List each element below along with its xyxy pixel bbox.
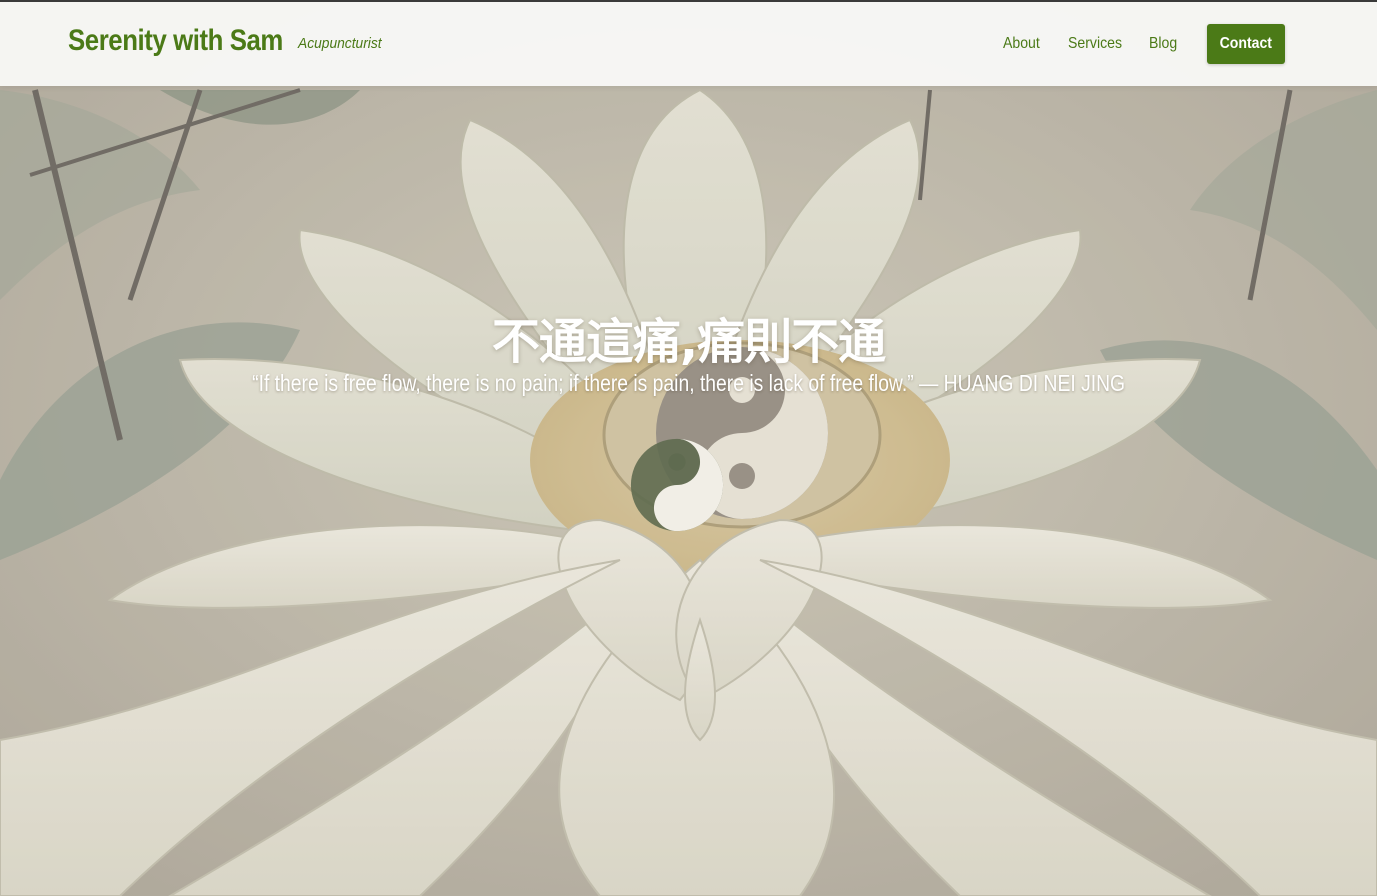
top-border (0, 0, 1377, 2)
hero-title: 不通這痛,痛則不通 (491, 314, 886, 370)
nav-link-blog[interactable]: Blog (1149, 35, 1177, 53)
site-header: Serenity with Sam Acupuncturist About Se… (0, 2, 1377, 86)
site-logo[interactable]: Serenity with Sam (68, 24, 283, 58)
site-tagline: Acupuncturist (298, 35, 382, 52)
yin-yang-icon (630, 438, 724, 532)
hero-quote-text: “If there is free flow, there is no pain… (252, 370, 1125, 396)
contact-button[interactable]: Contact (1207, 24, 1285, 64)
nav-link-services[interactable]: Services (1068, 35, 1122, 53)
contact-button-label: Contact (1219, 35, 1273, 52)
hero-quote: “If there is free flow, there is no pain… (0, 370, 1377, 397)
nav-link-about[interactable]: About (1003, 35, 1040, 53)
